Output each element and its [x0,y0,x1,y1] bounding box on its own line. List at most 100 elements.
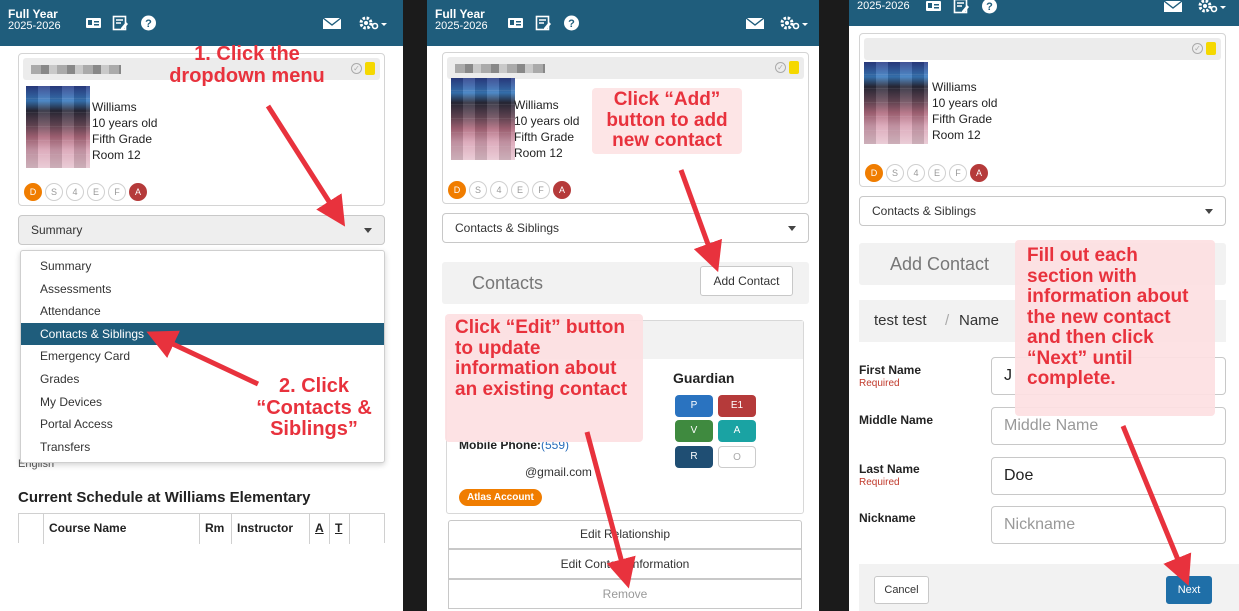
id-card-icon[interactable] [85,15,102,31]
guardian-badge-r[interactable]: R [675,446,713,468]
badge-d[interactable]: D [24,183,42,201]
guardian-badge-a[interactable]: A [718,420,756,442]
schedule-table-header: Course Name Rm Instructor A T [18,513,385,544]
badge-f[interactable]: F [108,183,126,201]
dropdown-value: Summary [31,223,83,237]
email-value[interactable]: @gmail.com [525,465,592,479]
status-badges: D S 4 E F A [24,183,147,201]
badge-4[interactable]: 4 [490,181,508,199]
badge-d[interactable]: D [448,181,466,199]
help-icon[interactable]: ? [563,15,580,31]
badge-4[interactable]: 4 [66,183,84,201]
student-age: 10 years old [514,114,580,128]
school-year[interactable]: Full Year 2025-2026 [857,0,910,12]
badge-a[interactable]: A [129,183,147,201]
student-name-bar: ✓ [447,57,804,79]
panel-3: Full Year 2025-2026 ? ✓ Williams 10 year… [849,0,1239,611]
mail-icon[interactable] [322,15,342,31]
guardian-title: Guardian [673,370,735,386]
annotation-click-contacts: 2. Click “Contacts & Siblings” [256,375,372,441]
breadcrumb-contact[interactable]: test test [874,312,927,329]
edit-note-icon[interactable] [112,15,129,31]
help-icon[interactable]: ? [981,0,998,14]
edit-relationship-button[interactable]: Edit Relationship [448,520,802,549]
badge-e[interactable]: E [511,181,529,199]
check-circle-icon[interactable]: ✓ [351,63,362,74]
nickname-input[interactable]: Nickname [991,506,1226,544]
page-dropdown[interactable]: Summary [18,215,385,245]
check-circle-icon[interactable]: ✓ [775,62,786,73]
app-header: Full Year 2025-2026 ? [849,0,1239,26]
mail-icon[interactable] [745,15,765,31]
add-contact-title: Add Contact [890,254,990,274]
student-name: Williams [932,80,977,94]
schedule-title: Current Schedule at Williams Elementary [18,489,311,506]
remove-button[interactable]: Remove [448,579,802,609]
id-card-icon[interactable] [507,15,524,31]
redacted-name [31,65,121,74]
settings-gear-icon[interactable] [779,15,809,31]
sticky-note-icon[interactable] [789,61,799,74]
col-rm[interactable]: Rm [205,521,224,535]
svg-text:?: ? [568,18,575,30]
school-year[interactable]: Full Year 2025-2026 [8,8,61,32]
badge-a[interactable]: A [970,164,988,182]
student-age: 10 years old [92,116,158,130]
menu-item-summary[interactable]: Summary [21,255,384,278]
menu-item-contacts-siblings[interactable]: Contacts & Siblings [21,322,384,346]
add-contact-button[interactable]: Add Contact [700,266,793,296]
badge-f[interactable]: F [532,181,550,199]
status-badges: D S 4 E F A [448,181,571,199]
panel-divider [403,0,427,611]
breadcrumb-separator: / [945,312,950,329]
menu-item-emergency-card[interactable]: Emergency Card [21,345,384,368]
sticky-note-icon[interactable] [365,62,375,75]
settings-gear-icon[interactable] [1197,0,1227,14]
annotation-click-edit: Click “Edit” button to update informatio… [445,314,643,442]
badge-d[interactable]: D [865,164,883,182]
badge-4[interactable]: 4 [907,164,925,182]
year-range: 2025-2026 [8,19,61,32]
year-range: 2025-2026 [435,19,488,32]
badge-s[interactable]: S [45,183,63,201]
school-year[interactable]: Full Year 2025-2026 [435,8,488,32]
edit-note-icon[interactable] [953,0,970,14]
settings-gear-icon[interactable] [358,15,388,31]
next-button[interactable]: Next [1166,576,1212,604]
guardian-badge-v[interactable]: V [675,420,713,442]
cancel-button[interactable]: Cancel [874,576,929,604]
year-range: 2025-2026 [857,0,910,12]
edit-contact-info-button[interactable]: Edit Contact Information [448,549,802,579]
edit-note-icon[interactable] [535,15,552,31]
guardian-badge-o[interactable]: O [718,446,756,468]
panel-divider [819,0,849,611]
col-t[interactable]: T [335,521,342,535]
annotation-click-add: Click “Add” button to add new contact [592,88,742,154]
help-icon[interactable]: ? [140,15,157,31]
nickname-label: Nickname [859,511,916,525]
menu-item-assessments[interactable]: Assessments [21,278,384,301]
badge-a[interactable]: A [553,181,571,199]
menu-item-attendance[interactable]: Attendance [21,300,384,323]
last-name-required: Required [859,477,900,488]
badge-s[interactable]: S [886,164,904,182]
contacts-title: Contacts [472,273,544,293]
badge-s[interactable]: S [469,181,487,199]
sticky-note-icon[interactable] [1206,42,1216,55]
last-name-input[interactable]: Doe [991,457,1226,495]
page-dropdown[interactable]: Contacts & Siblings [859,196,1226,226]
guardian-badge-p[interactable]: P [675,395,713,417]
col-a[interactable]: A [315,521,324,535]
mail-icon[interactable] [1163,0,1183,14]
id-card-icon[interactable] [925,0,942,14]
badge-e[interactable]: E [928,164,946,182]
badge-e[interactable]: E [87,183,105,201]
check-circle-icon[interactable]: ✓ [1192,43,1203,54]
student-room: Room 12 [514,146,563,160]
page-dropdown[interactable]: Contacts & Siblings [442,213,809,243]
guardian-badge-e1[interactable]: E1 [718,395,756,417]
col-course-name[interactable]: Course Name [49,521,126,535]
badge-f[interactable]: F [949,164,967,182]
col-instructor[interactable]: Instructor [237,521,293,535]
student-info: Williams 10 years old Fifth Grade Room 1… [92,99,157,163]
